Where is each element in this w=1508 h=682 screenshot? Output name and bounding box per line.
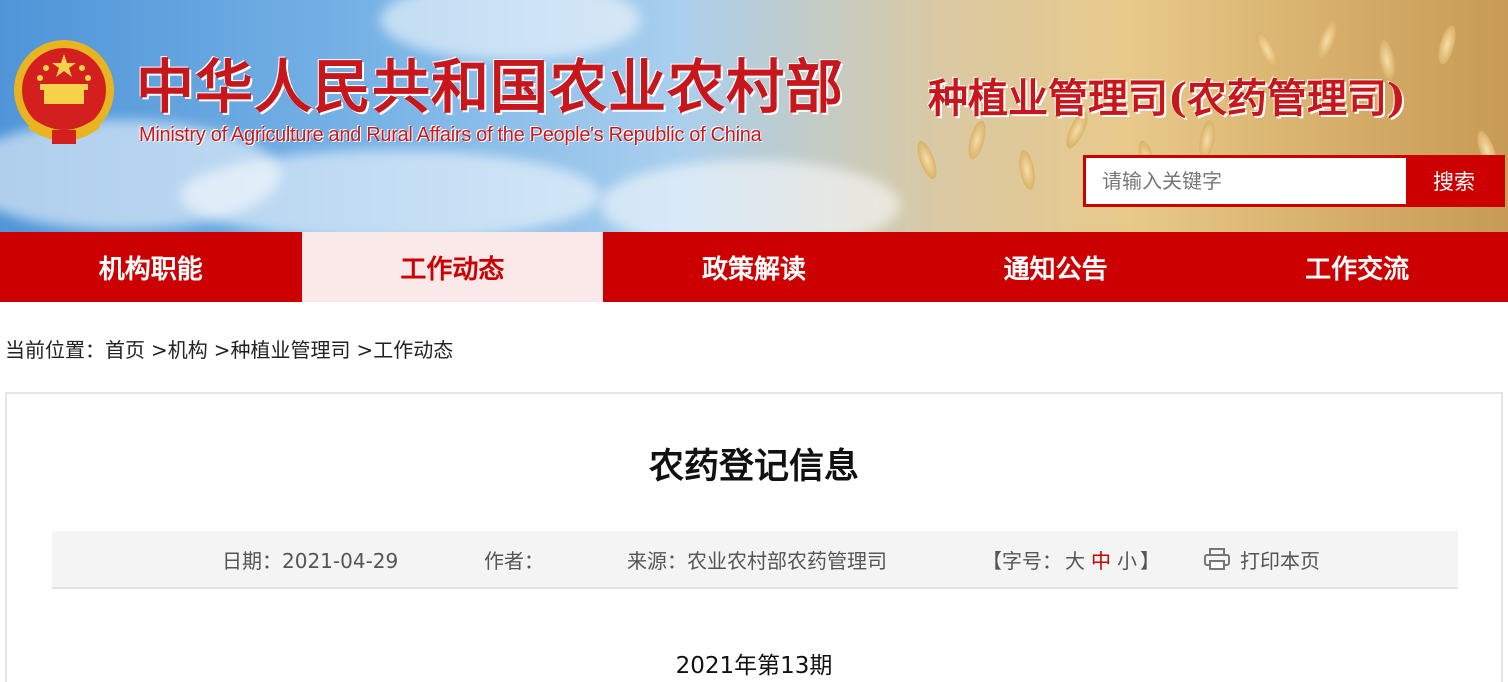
cloud-decoration [180,150,600,232]
breadcrumb-link-department[interactable]: 种植业管理司 [231,338,351,362]
search-input[interactable] [1086,158,1406,204]
breadcrumb: 当前位置：首页 >机构 >种植业管理司 >工作动态 [5,334,453,363]
search-box: 搜索 [1083,155,1505,207]
main-nav: 机构职能 工作动态 政策解读 通知公告 工作交流 [0,232,1508,302]
breadcrumb-link-work-news[interactable]: 工作动态 [373,338,453,362]
breadcrumb-separator: > [213,338,231,362]
font-size-large-button[interactable]: 大 [1065,549,1085,573]
site-title-cn: 中华人民共和国农业农村部 [136,53,845,121]
department-title: 种植业管理司(农药管理司) [928,75,1406,122]
print-page-label: 打印本页 [1240,548,1320,573]
breadcrumb-separator: > [151,338,168,362]
cloud-decoration [600,160,900,232]
nav-item-institution-functions[interactable]: 机构职能 [0,232,302,302]
article-date: 日期：2021-04-29 [222,548,399,573]
nav-item-policy-interpretation[interactable]: 政策解读 [603,232,905,302]
article-author: 作者： [484,548,544,573]
font-size-close-bracket: 】 [1140,548,1160,573]
font-size-medium-button[interactable]: 中 [1091,549,1111,573]
font-size-small-button[interactable]: 小 [1117,549,1137,573]
article-container: 农药登记信息 日期：2021-04-29 作者： 来源：农业农村部农药管理司 【… [5,392,1503,682]
nav-item-notices[interactable]: 通知公告 [905,232,1207,302]
font-size-label: 【字号： [982,548,1062,573]
site-title-en: Ministry of Agriculture and Rural Affair… [139,124,762,146]
search-button[interactable]: 搜索 [1406,158,1502,204]
breadcrumb-prefix: 当前位置： [5,338,105,362]
article-title: 农药登记信息 [648,447,859,487]
print-page-button[interactable]: 打印本页 [1204,545,1320,574]
site-header: 中华人民共和国农业农村部 Ministry of Agriculture and… [0,0,1508,232]
breadcrumb-link-home[interactable]: 首页 [105,338,145,362]
printer-icon [1204,548,1230,570]
issue-number: 2021年第13期 [675,653,833,679]
breadcrumb-link-institution[interactable]: 机构 [168,338,208,362]
nav-item-work-exchange[interactable]: 工作交流 [1206,232,1508,302]
national-emblem-icon [14,40,114,144]
breadcrumb-separator: > [356,338,374,362]
article-source: 来源：农业农村部农药管理司 [627,548,887,573]
article-meta-bar: 日期：2021-04-29 作者： 来源：农业农村部农药管理司 【字号：大中小】… [52,531,1458,589]
font-size-control: 【字号：大中小】 [982,545,1160,574]
nav-item-work-news[interactable]: 工作动态 [301,232,604,302]
